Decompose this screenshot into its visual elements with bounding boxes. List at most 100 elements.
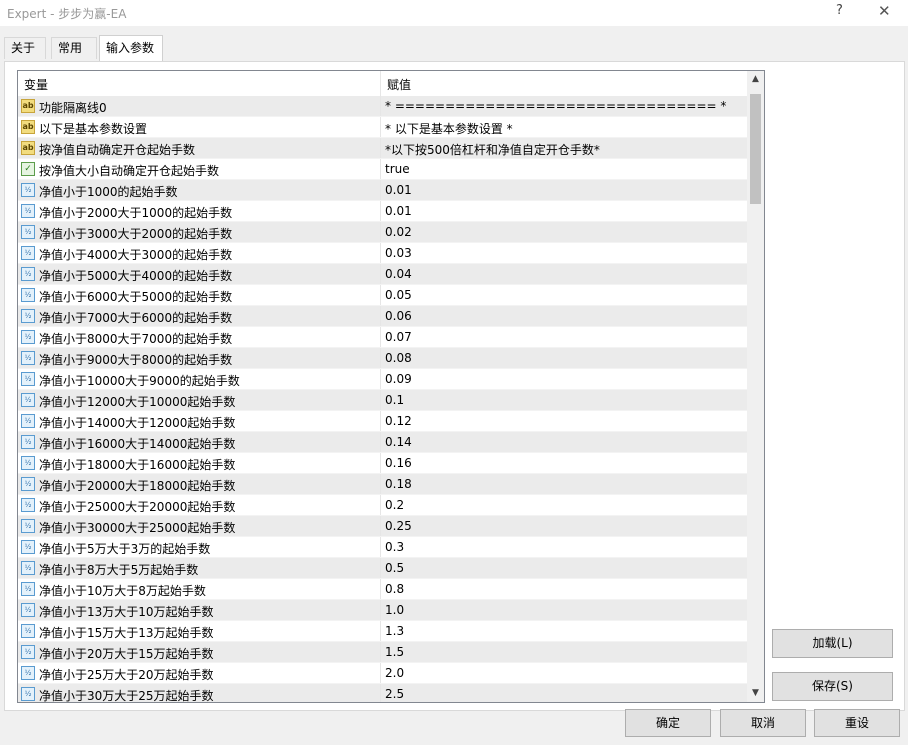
close-icon[interactable]: ✕ xyxy=(878,2,891,20)
value-cell[interactable]: 0.14 xyxy=(380,432,748,452)
reset-button[interactable]: 重设 xyxy=(814,709,900,737)
table-row[interactable]: ½ 净值小于25万大于20万起始手数 2.0 xyxy=(18,663,747,684)
variable-cell[interactable]: ½ 净值小于16000大于14000起始手数 xyxy=(18,432,380,452)
table-row[interactable]: ½ 净值小于20万大于15万起始手数 1.5 xyxy=(18,642,747,663)
variable-cell[interactable]: ½ 净值小于12000大于10000起始手数 xyxy=(18,390,380,410)
variable-cell[interactable]: ½ 净值小于4000大于3000的起始手数 xyxy=(18,243,380,263)
table-row[interactable]: ½ 净值小于5000大于4000的起始手数 0.04 xyxy=(18,264,747,285)
variable-cell[interactable]: ½ 净值小于18000大于16000起始手数 xyxy=(18,453,380,473)
value-cell[interactable]: 0.01 xyxy=(380,201,748,221)
variable-cell[interactable]: ½ 净值小于10万大于8万起始手数 xyxy=(18,579,380,599)
table-row[interactable]: ½ 净值小于25000大于20000起始手数 0.2 xyxy=(18,495,747,516)
table-row[interactable]: ½ 净值小于12000大于10000起始手数 0.1 xyxy=(18,390,747,411)
table-row[interactable]: ✓ 按净值大小自动确定开仓起始手数 true xyxy=(18,159,747,180)
variable-cell[interactable]: ½ 净值小于13万大于10万起始手数 xyxy=(18,600,380,620)
variable-cell[interactable]: ½ 净值小于3000大于2000的起始手数 xyxy=(18,222,380,242)
table-row[interactable]: ½ 净值小于4000大于3000的起始手数 0.03 xyxy=(18,243,747,264)
table-row[interactable]: ½ 净值小于1000的起始手数 0.01 xyxy=(18,180,747,201)
variable-cell[interactable]: ½ 净值小于25000大于20000起始手数 xyxy=(18,495,380,515)
variable-cell[interactable]: ½ 净值小于30万大于25万起始手数 xyxy=(18,684,380,702)
table-row[interactable]: ½ 净值小于10万大于8万起始手数 0.8 xyxy=(18,579,747,600)
variable-cell[interactable]: ab 以下是基本参数设置 xyxy=(18,117,380,137)
variable-cell[interactable]: ½ 净值小于2000大于1000的起始手数 xyxy=(18,201,380,221)
value-cell[interactable]: 1.0 xyxy=(380,600,748,620)
column-header-value[interactable]: 赋值 xyxy=(387,76,411,93)
value-cell[interactable]: 0.12 xyxy=(380,411,748,431)
save-button[interactable]: 保存(S) xyxy=(772,672,893,701)
variable-cell[interactable]: ½ 净值小于10000大于9000的起始手数 xyxy=(18,369,380,389)
table-row[interactable]: ½ 净值小于9000大于8000的起始手数 0.08 xyxy=(18,348,747,369)
value-cell[interactable]: 2.0 xyxy=(380,663,748,683)
variable-cell[interactable]: ✓ 按净值大小自动确定开仓起始手数 xyxy=(18,159,380,179)
table-row[interactable]: ½ 净值小于8000大于7000的起始手数 0.07 xyxy=(18,327,747,348)
variable-cell[interactable]: ½ 净值小于1000的起始手数 xyxy=(18,180,380,200)
variable-cell[interactable]: ½ 净值小于9000大于8000的起始手数 xyxy=(18,348,380,368)
tab-inputs[interactable]: 输入参数 xyxy=(99,35,163,61)
table-row[interactable]: ½ 净值小于18000大于16000起始手数 0.16 xyxy=(18,453,747,474)
variable-cell[interactable]: ½ 净值小于8万大于5万起始手数 xyxy=(18,558,380,578)
table-row[interactable]: ½ 净值小于30000大于25000起始手数 0.25 xyxy=(18,516,747,537)
table-row[interactable]: ½ 净值小于14000大于12000起始手数 0.12 xyxy=(18,411,747,432)
vertical-scrollbar[interactable]: ▲ ▼ xyxy=(747,71,764,702)
value-cell[interactable]: 0.02 xyxy=(380,222,748,242)
value-cell[interactable]: 2.5 xyxy=(380,684,748,702)
value-cell[interactable]: 0.04 xyxy=(380,264,748,284)
variable-cell[interactable]: ½ 净值小于15万大于13万起始手数 xyxy=(18,621,380,641)
variable-cell[interactable]: ½ 净值小于20万大于15万起始手数 xyxy=(18,642,380,662)
variable-cell[interactable]: ½ 净值小于8000大于7000的起始手数 xyxy=(18,327,380,347)
value-cell[interactable]: 0.08 xyxy=(380,348,748,368)
table-row[interactable]: ½ 净值小于20000大于18000起始手数 0.18 xyxy=(18,474,747,495)
value-cell[interactable]: 0.07 xyxy=(380,327,748,347)
table-row[interactable]: ½ 净值小于30万大于25万起始手数 2.5 xyxy=(18,684,748,702)
help-icon[interactable]: ? xyxy=(836,3,843,18)
table-row[interactable]: ab 功能隔离线0 * ==============================… xyxy=(18,96,747,117)
value-cell[interactable]: 0.18 xyxy=(380,474,748,494)
variable-cell[interactable]: ½ 净值小于5万大于3万的起始手数 xyxy=(18,537,380,557)
variable-cell[interactable]: ½ 净值小于25万大于20万起始手数 xyxy=(18,663,380,683)
variable-cell[interactable]: ab 功能隔离线0 xyxy=(18,96,380,116)
value-cell[interactable]: 0.05 xyxy=(380,285,748,305)
variable-cell[interactable]: ab 按净值自动确定开仓起始手数 xyxy=(18,138,380,158)
variable-cell[interactable]: ½ 净值小于7000大于6000的起始手数 xyxy=(18,306,380,326)
ok-button[interactable]: 确定 xyxy=(625,709,711,737)
value-cell[interactable]: 1.3 xyxy=(380,621,748,641)
table-row[interactable]: ½ 净值小于16000大于14000起始手数 0.14 xyxy=(18,432,747,453)
column-separator[interactable] xyxy=(380,71,381,96)
table-row[interactable]: ½ 净值小于6000大于5000的起始手数 0.05 xyxy=(18,285,747,306)
table-row[interactable]: ½ 净值小于5万大于3万的起始手数 0.3 xyxy=(18,537,747,558)
value-cell[interactable]: 0.3 xyxy=(380,537,748,557)
scroll-up-icon[interactable]: ▲ xyxy=(747,71,764,88)
value-cell[interactable]: 1.5 xyxy=(380,642,748,662)
table-row[interactable]: ½ 净值小于2000大于1000的起始手数 0.01 xyxy=(18,201,747,222)
value-cell[interactable]: 0.03 xyxy=(380,243,748,263)
load-button[interactable]: 加载(L) xyxy=(772,629,893,658)
table-row[interactable]: ½ 净值小于8万大于5万起始手数 0.5 xyxy=(18,558,747,579)
value-cell[interactable]: true xyxy=(380,159,748,179)
scrollbar-thumb[interactable] xyxy=(750,94,761,204)
value-cell[interactable]: 0.06 xyxy=(380,306,748,326)
value-cell[interactable]: 0.2 xyxy=(380,495,748,515)
table-row[interactable]: ½ 净值小于13万大于10万起始手数 1.0 xyxy=(18,600,747,621)
table-row[interactable]: ab 按净值自动确定开仓起始手数 *以下按500倍杠杆和净值自定开仓手数* xyxy=(18,138,747,159)
tab-common[interactable]: 常用 xyxy=(51,37,97,59)
cancel-button[interactable]: 取消 xyxy=(720,709,806,737)
scroll-down-icon[interactable]: ▼ xyxy=(747,685,764,702)
value-cell[interactable]: 0.25 xyxy=(380,516,748,536)
variable-cell[interactable]: ½ 净值小于6000大于5000的起始手数 xyxy=(18,285,380,305)
table-row[interactable]: ½ 净值小于3000大于2000的起始手数 0.02 xyxy=(18,222,747,243)
value-cell[interactable]: * ================================ * xyxy=(380,96,748,116)
table-row[interactable]: ½ 净值小于15万大于13万起始手数 1.3 xyxy=(18,621,747,642)
value-cell[interactable]: 0.01 xyxy=(380,180,748,200)
variable-cell[interactable]: ½ 净值小于14000大于12000起始手数 xyxy=(18,411,380,431)
table-row[interactable]: ab 以下是基本参数设置 * 以下是基本参数设置 * xyxy=(18,117,747,138)
variable-cell[interactable]: ½ 净值小于20000大于18000起始手数 xyxy=(18,474,380,494)
column-header-variable[interactable]: 变量 xyxy=(24,76,48,93)
value-cell[interactable]: 0.5 xyxy=(380,558,748,578)
value-cell[interactable]: 0.8 xyxy=(380,579,748,599)
tab-about[interactable]: 关于 xyxy=(4,37,46,59)
table-row[interactable]: ½ 净值小于10000大于9000的起始手数 0.09 xyxy=(18,369,747,390)
value-cell[interactable]: 0.09 xyxy=(380,369,748,389)
value-cell[interactable]: *以下按500倍杠杆和净值自定开仓手数* xyxy=(380,138,748,158)
value-cell[interactable]: * 以下是基本参数设置 * xyxy=(380,117,748,137)
variable-cell[interactable]: ½ 净值小于30000大于25000起始手数 xyxy=(18,516,380,536)
